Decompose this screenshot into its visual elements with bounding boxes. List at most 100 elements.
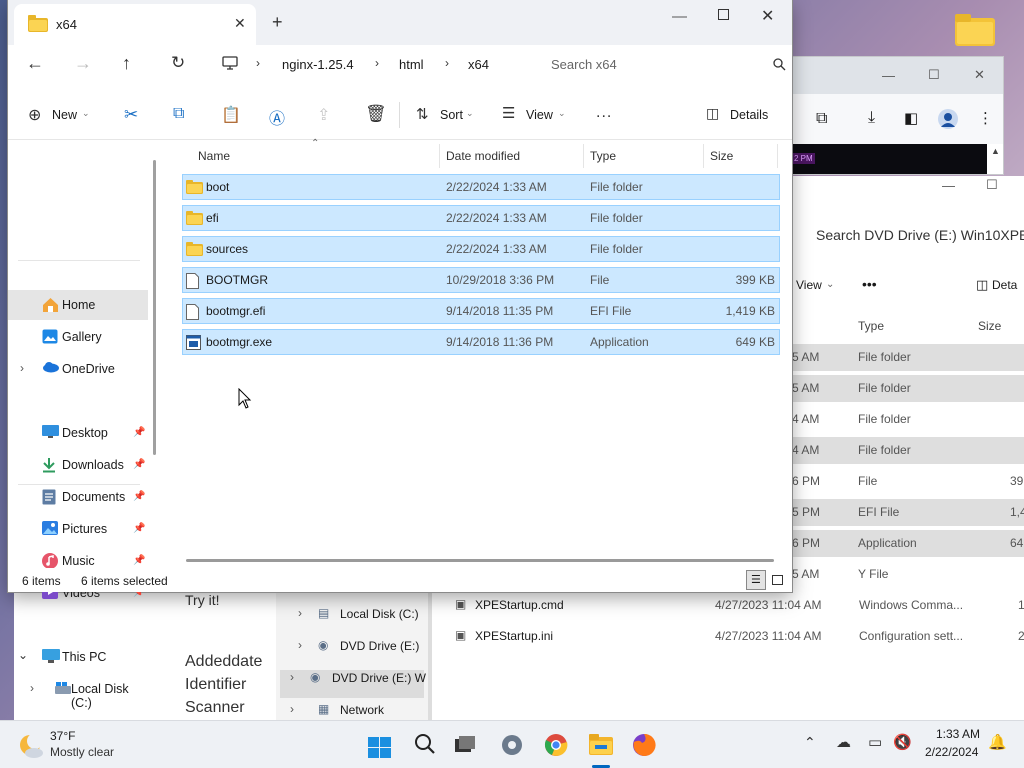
- chevron-right-icon[interactable]: ›: [290, 702, 294, 716]
- breadcrumb[interactable]: › nginx-1.25.4 › html › x64: [214, 47, 534, 81]
- bg-nav-item[interactable]: DVD Drive (E:): [340, 639, 419, 653]
- bg2-minimize-icon[interactable]: —: [942, 178, 955, 193]
- chevron-right-icon[interactable]: ›: [30, 681, 34, 695]
- delete-icon[interactable]: 🗑: [365, 104, 387, 124]
- chevron-right-icon[interactable]: ›: [298, 606, 302, 620]
- bg-file-row[interactable]: 6 PM File 39: [792, 468, 1024, 495]
- sidebar-item[interactable]: Downloads 📌: [8, 450, 148, 480]
- file-row[interactable]: bootmgr.exe 9/14/2018 11:36 PM Application…: [182, 329, 780, 355]
- bg-file-row[interactable]: 4 AM File folder: [792, 406, 1024, 433]
- up-icon[interactable]: ↑: [122, 53, 131, 74]
- start-icon[interactable]: [368, 737, 392, 759]
- menu-kebab-icon[interactable]: ⋮: [978, 109, 993, 127]
- view-button[interactable]: ☰ View ⌄: [496, 90, 568, 140]
- bg-maximize-icon[interactable]: ☐: [928, 67, 940, 83]
- horizontal-scrollbar[interactable]: [186, 559, 774, 562]
- chrome-icon[interactable]: [544, 733, 568, 757]
- pin-icon[interactable]: 📌: [133, 523, 145, 534]
- sidepanel-icon[interactable]: ◧: [904, 109, 918, 127]
- bg-file-row[interactable]: 6 PM Application 64: [792, 530, 1024, 557]
- share-icon[interactable]: ⇪: [317, 105, 330, 125]
- file-row[interactable]: sources 2/22/2024 1:33 AM File folder: [182, 236, 780, 262]
- sort-button[interactable]: ⇅ Sort ⌄: [410, 90, 476, 140]
- bg-file-row[interactable]: 5 AM File folder: [792, 344, 1024, 371]
- sidebar-item[interactable]: Local Disk (C:) ›: [8, 674, 148, 710]
- sidebar-item[interactable]: This PC ⌄: [8, 642, 148, 672]
- chevron-right-icon[interactable]: ›: [20, 361, 24, 375]
- desktop-folder-icon[interactable]: [953, 12, 997, 48]
- back-icon[interactable]: ←: [26, 53, 44, 74]
- clock-time[interactable]: 1:33 AM: [936, 727, 980, 741]
- chevron-down-icon[interactable]: ⌄: [18, 648, 28, 662]
- more-options-icon[interactable]: ...: [596, 104, 612, 122]
- file-row[interactable]: efi 2/22/2024 1:33 AM File folder: [182, 205, 780, 231]
- pin-icon[interactable]: 📌: [133, 555, 145, 566]
- tray-chevron-up-icon[interactable]: ⌃: [804, 734, 816, 751]
- sidebar-item[interactable]: Documents 📌: [8, 482, 148, 512]
- sidebar-item[interactable]: Desktop 📌: [8, 418, 148, 448]
- rename-icon[interactable]: Ⓐ: [269, 105, 285, 129]
- bg-search-text[interactable]: Search DVD Drive (E:) Win10XPE_: [816, 227, 1024, 243]
- download-icon[interactable]: ⤓: [868, 109, 875, 127]
- sidebar-item[interactable]: Gallery: [8, 322, 148, 352]
- file-row[interactable]: boot 2/22/2024 1:33 AM File folder: [182, 174, 780, 200]
- chevron-right-icon[interactable]: ›: [290, 670, 294, 684]
- tab-x64[interactable]: x64 ✕: [14, 4, 256, 45]
- column-header-date[interactable]: Date modified: [446, 149, 520, 163]
- bg-more-icon[interactable]: •••: [862, 276, 877, 292]
- breadcrumb-item[interactable]: html: [399, 57, 424, 72]
- pin-icon[interactable]: 📌: [133, 459, 145, 470]
- column-header-size[interactable]: Size: [710, 149, 733, 163]
- chevron-right-icon[interactable]: ›: [298, 638, 302, 652]
- paste-icon[interactable]: 📋: [221, 105, 241, 125]
- column-header-type[interactable]: Type: [590, 149, 616, 163]
- profile-avatar[interactable]: [938, 109, 958, 129]
- file-explorer-taskbar-icon[interactable]: [588, 733, 614, 757]
- extensions-icon[interactable]: ⧉: [816, 110, 827, 128]
- bg-nav-item[interactable]: DVD Drive (E:) W: [332, 671, 426, 685]
- new-button[interactable]: ⊕ New ⌄: [22, 90, 96, 140]
- volume-muted-icon[interactable]: 🔇: [893, 733, 912, 751]
- new-tab-icon[interactable]: +: [272, 12, 283, 33]
- bg-nav-item[interactable]: Local Disk (C:): [340, 607, 419, 621]
- bg-file-row[interactable]: 5 AM Y File: [792, 561, 1024, 588]
- search-input[interactable]: Search x64: [551, 57, 617, 72]
- bg-close-icon[interactable]: ✕: [974, 67, 985, 83]
- firefox-icon[interactable]: [632, 733, 656, 757]
- column-header-name[interactable]: Name: [198, 149, 230, 163]
- bg-file-row[interactable]: 5 PM EFI File 1,41: [792, 499, 1024, 526]
- forward-icon[interactable]: →: [74, 53, 92, 74]
- maximize-icon[interactable]: [718, 9, 729, 20]
- search-box[interactable]: Search x64: [538, 47, 792, 81]
- bg-details-label[interactable]: Deta: [992, 278, 1017, 292]
- pin-icon[interactable]: 📌: [133, 491, 145, 502]
- weather-widget[interactable]: 37°F Mostly clear: [12, 725, 132, 765]
- tiles-view-toggle[interactable]: [768, 570, 788, 590]
- file-row[interactable]: BOOTMGR 10/29/2018 3:36 PM File 399 KB: [182, 267, 780, 293]
- minimize-icon[interactable]: —: [672, 8, 687, 25]
- copy-icon[interactable]: ⧉: [173, 105, 184, 123]
- breadcrumb-item[interactable]: x64: [468, 57, 489, 72]
- bg2-maximize-icon[interactable]: ☐: [986, 177, 998, 193]
- bg-col-size[interactable]: Size: [978, 319, 1001, 333]
- sidebar-item[interactable]: OneDrive ›: [8, 354, 148, 384]
- bg-minimize-icon[interactable]: —: [882, 68, 895, 83]
- close-window-icon[interactable]: ✕: [761, 6, 774, 26]
- bg-file-name[interactable]: XPEStartup.cmd: [475, 598, 564, 612]
- bg-file-name[interactable]: XPEStartup.ini: [475, 629, 553, 643]
- details-button[interactable]: ◫ Details: [698, 90, 778, 140]
- bg-col-type[interactable]: Type: [858, 319, 884, 333]
- cut-icon[interactable]: ✂: [124, 105, 138, 125]
- onedrive-offline-icon[interactable]: ☁: [836, 733, 851, 751]
- settings-icon[interactable]: [500, 733, 524, 757]
- file-row[interactable]: bootmgr.efi 9/14/2018 11:35 PM EFI File 1,4…: [182, 298, 780, 324]
- bg-view-button[interactable]: View: [796, 278, 822, 292]
- network-icon[interactable]: ▭: [868, 733, 882, 751]
- breadcrumb-item[interactable]: nginx-1.25.4: [282, 57, 354, 72]
- bg-nav-item[interactable]: Network: [340, 703, 384, 717]
- sidebar-item[interactable]: Home: [8, 290, 148, 320]
- bg-file-row[interactable]: 4 AM File folder: [792, 437, 1024, 464]
- close-tab-icon[interactable]: ✕: [234, 15, 246, 32]
- pin-icon[interactable]: 📌: [133, 427, 145, 438]
- sidebar-item[interactable]: Pictures 📌: [8, 514, 148, 544]
